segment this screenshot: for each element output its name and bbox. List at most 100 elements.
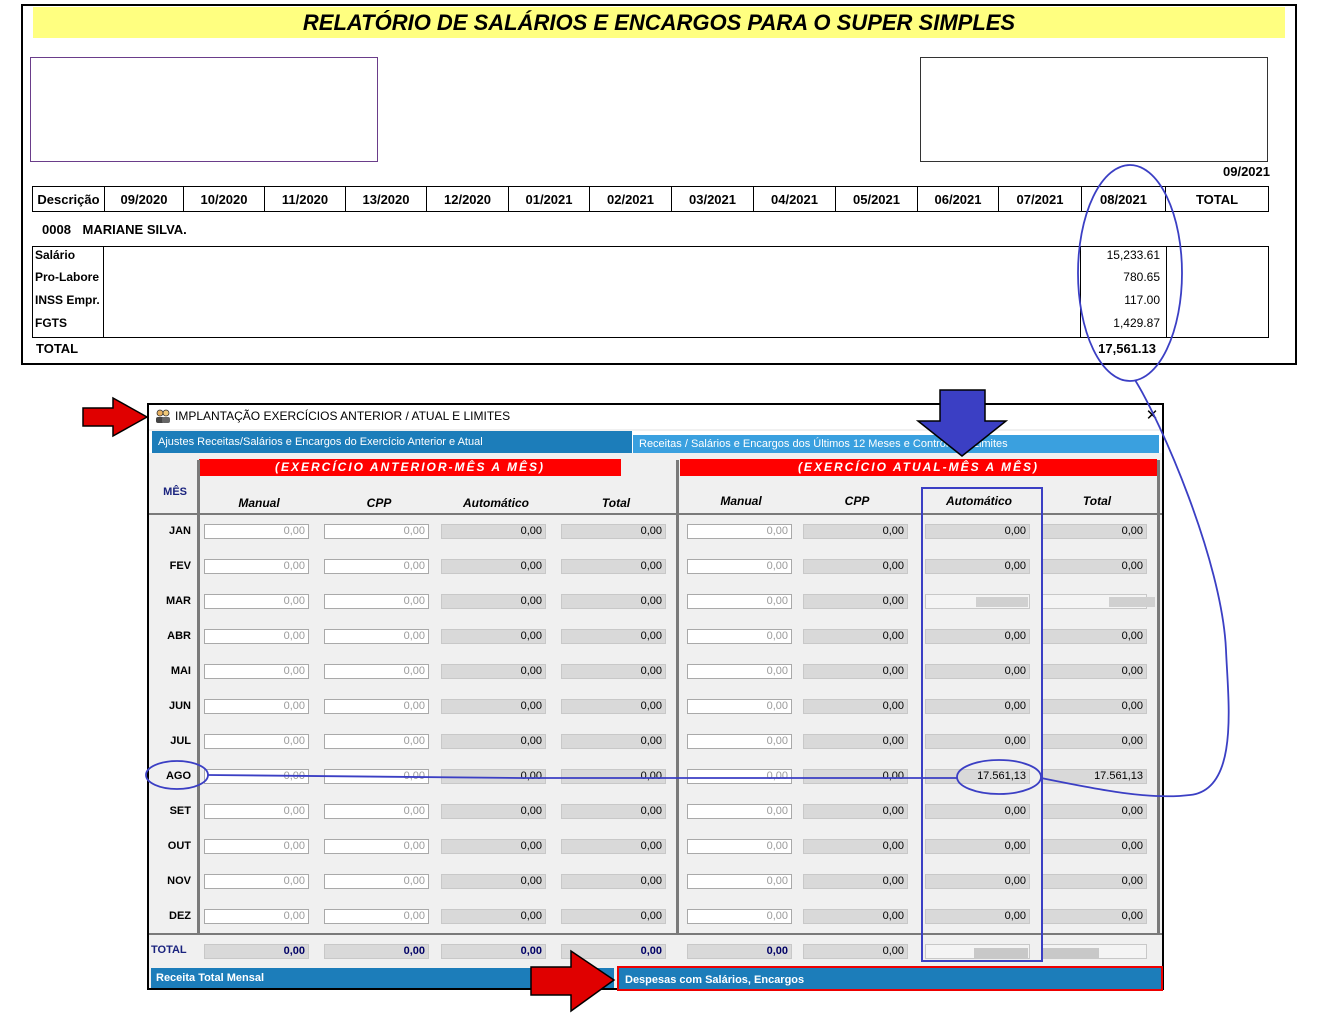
prev-total-set: 0,00 <box>561 804 666 819</box>
prev-manual-out[interactable]: 0,00 <box>204 839 309 854</box>
blank-bar <box>1109 597 1155 607</box>
curr-manual-jan[interactable]: 0,00 <box>687 524 792 539</box>
curr-automatico-fev: 0,00 <box>925 559 1030 574</box>
curr-manual-set[interactable]: 0,00 <box>687 804 792 819</box>
prev-total-jan: 0,00 <box>561 524 666 539</box>
prev-manual-jul[interactable]: 0,00 <box>204 734 309 749</box>
month-label-jun: JUN <box>168 700 191 712</box>
prev-total-abr: 0,00 <box>561 629 666 644</box>
receita-total-mensal-tab[interactable]: Receita Total Mensal <box>151 968 614 988</box>
prev-manual-jun[interactable]: 0,00 <box>204 699 309 714</box>
curr-manual-jul[interactable]: 0,00 <box>687 734 792 749</box>
prev-cpp-fev[interactable]: 0,00 <box>324 559 429 574</box>
prev-automatico-fev: 0,00 <box>441 559 546 574</box>
prev-total-mai: 0,00 <box>561 664 666 679</box>
curr-cpp-mai: 0,00 <box>803 664 908 679</box>
row-label-inss: INSS Empr. <box>35 293 100 307</box>
prev-manual-mai[interactable]: 0,00 <box>204 664 309 679</box>
prev-cpp-out[interactable]: 0,00 <box>324 839 429 854</box>
prev-manual-mar[interactable]: 0,00 <box>204 594 309 609</box>
prev-cpp-ago[interactable]: 0,00 <box>324 769 429 784</box>
row-value-salario: 15,233.61 <box>1106 248 1160 262</box>
section-exercicio-atual: (EXERCÍCIO ATUAL-MÊS A MÊS) <box>680 459 1157 476</box>
curr-manual-dez[interactable]: 0,00 <box>687 909 792 924</box>
employee-code: 0008 <box>42 222 71 237</box>
prev-cpp-jul[interactable]: 0,00 <box>324 734 429 749</box>
curr-manual-fev[interactable]: 0,00 <box>687 559 792 574</box>
curr-manual-ago[interactable]: 0,00 <box>687 769 792 784</box>
prev-cpp-nov[interactable]: 0,00 <box>324 874 429 889</box>
curr-automatico-nov: 0,00 <box>925 874 1030 889</box>
prev-total-fev: 0,00 <box>561 559 666 574</box>
prev-manual-jan[interactable]: 0,00 <box>204 524 309 539</box>
prev-automatico-dez: 0,00 <box>441 909 546 924</box>
row-label-fgts: FGTS <box>35 316 67 330</box>
prev-manual-abr[interactable]: 0,00 <box>204 629 309 644</box>
prev-cpp-set[interactable]: 0,00 <box>324 804 429 819</box>
prev-automatico-mar: 0,00 <box>441 594 546 609</box>
prev-total-out: 0,00 <box>561 839 666 854</box>
curr-cpp-nov: 0,00 <box>803 874 908 889</box>
col-header-curr-total: Total <box>1082 494 1112 508</box>
row-label-salario: Salário <box>35 248 76 262</box>
curr-total-automatico <box>925 944 1030 959</box>
header-cell: 02/2021 <box>590 187 672 211</box>
prev-cpp-dez[interactable]: 0,00 <box>324 909 429 924</box>
blank-bar <box>976 597 1028 607</box>
curr-manual-jun[interactable]: 0,00 <box>687 699 792 714</box>
header-cell: 04/2021 <box>754 187 836 211</box>
curr-total-dez: 0,00 <box>1042 909 1147 924</box>
curr-cpp-set: 0,00 <box>803 804 908 819</box>
report-header-row: Descrição 09/2020 10/2020 11/2020 13/202… <box>32 186 1269 212</box>
section-exercicio-anterior: (EXERCÍCIO ANTERIOR-MÊS A MÊS) <box>199 459 621 476</box>
curr-manual-mar[interactable]: 0,00 <box>687 594 792 609</box>
prev-manual-set[interactable]: 0,00 <box>204 804 309 819</box>
prev-cpp-abr[interactable]: 0,00 <box>324 629 429 644</box>
month-label-out: OUT <box>167 840 191 852</box>
despesas-salarios-tab[interactable]: Despesas com Salários, Encargos <box>617 966 1163 991</box>
header-cell: Descrição <box>33 187 105 211</box>
report-total-label: TOTAL <box>36 341 79 356</box>
curr-total-out: 0,00 <box>1042 839 1147 854</box>
prev-manual-fev[interactable]: 0,00 <box>204 559 309 574</box>
prev-manual-dez[interactable]: 0,00 <box>204 909 309 924</box>
curr-total-jan: 0,00 <box>1042 524 1147 539</box>
month-label-fev: FEV <box>169 560 191 572</box>
prev-total-manual: 0,00 <box>204 944 309 959</box>
header-cell: 08/2021 <box>1082 187 1166 211</box>
prev-automatico-nov: 0,00 <box>441 874 546 889</box>
prev-automatico-jan: 0,00 <box>441 524 546 539</box>
curr-cpp-ago: 0,00 <box>803 769 908 784</box>
prev-automatico-out: 0,00 <box>441 839 546 854</box>
prev-cpp-jan[interactable]: 0,00 <box>324 524 429 539</box>
curr-manual-mai[interactable]: 0,00 <box>687 664 792 679</box>
curr-automatico-dez: 0,00 <box>925 909 1030 924</box>
curr-automatico-ago: 17.561,13 <box>925 769 1030 784</box>
prev-total-nov: 0,00 <box>561 874 666 889</box>
curr-cpp-out: 0,00 <box>803 839 908 854</box>
prev-manual-nov[interactable]: 0,00 <box>204 874 309 889</box>
header-cell: TOTAL <box>1195 191 1239 207</box>
month-label-nov: NOV <box>167 875 191 887</box>
curr-manual-abr[interactable]: 0,00 <box>687 629 792 644</box>
prev-manual-ago[interactable]: 0,00 <box>204 769 309 784</box>
grid-separator <box>149 513 1162 515</box>
header-cell: 09/2020 <box>105 187 184 211</box>
prev-cpp-jun[interactable]: 0,00 <box>324 699 429 714</box>
curr-total-mai: 0,00 <box>1042 664 1147 679</box>
month-label-jan: JAN <box>168 525 191 537</box>
grid-separator <box>197 460 200 934</box>
prev-automatico-set: 0,00 <box>441 804 546 819</box>
col-header-curr-manual: Manual <box>720 494 762 508</box>
curr-cpp-mar: 0,00 <box>803 594 908 609</box>
prev-cpp-mai[interactable]: 0,00 <box>324 664 429 679</box>
prev-cpp-mar[interactable]: 0,00 <box>324 594 429 609</box>
curr-automatico-jun: 0,00 <box>925 699 1030 714</box>
curr-manual-nov[interactable]: 0,00 <box>687 874 792 889</box>
curr-automatico-mar <box>925 594 1030 609</box>
report-date: 09/2021 <box>1223 164 1270 179</box>
header-cell: 10/2020 <box>184 187 265 211</box>
curr-manual-out[interactable]: 0,00 <box>687 839 792 854</box>
prev-automatico-jun: 0,00 <box>441 699 546 714</box>
curr-total-jun: 0,00 <box>1042 699 1147 714</box>
